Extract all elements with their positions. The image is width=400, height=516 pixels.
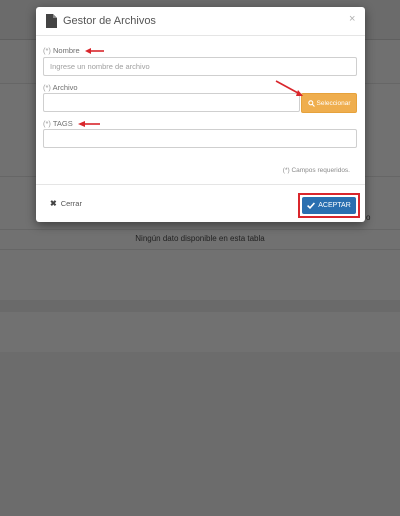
empty-table-message: Ningún dato disponible en esta tabla <box>135 234 265 243</box>
background-band <box>0 352 400 516</box>
required-mark: (*) <box>43 83 51 92</box>
modal-header: Gestor de Archivos × <box>36 7 365 36</box>
close-button-label: Cerrar <box>60 199 82 208</box>
select-file-button-label: Seleccionar <box>316 99 351 107</box>
archivo-label-text: Archivo <box>52 83 78 92</box>
required-mark: (*) <box>43 119 51 128</box>
archivo-input[interactable] <box>43 93 300 112</box>
close-icon[interactable]: × <box>349 13 355 25</box>
file-manager-modal: Gestor de Archivos × (*) Nombre (*) Arch… <box>36 7 365 222</box>
check-icon <box>307 202 316 209</box>
tags-label: (*) TAGS <box>43 119 73 128</box>
required-mark: (*) <box>43 46 51 55</box>
tags-input[interactable] <box>43 129 357 148</box>
nombre-label-text: Nombre <box>53 46 80 55</box>
accept-highlight-box: ACEPTAR <box>298 193 360 218</box>
background-band <box>0 300 400 312</box>
background-text-fragment: o <box>366 213 371 222</box>
nombre-input[interactable] <box>43 57 357 76</box>
background-divider <box>0 229 400 230</box>
modal-title: Gestor de Archivos <box>63 15 156 27</box>
required-fields-note: (*) Campos requeridos. <box>282 167 350 174</box>
close-button[interactable]: ✖ Cerrar <box>50 199 82 208</box>
accept-button[interactable]: ACEPTAR <box>302 197 356 214</box>
search-icon <box>307 99 315 107</box>
accept-button-label: ACEPTAR <box>318 202 351 209</box>
tags-label-text: TAGS <box>52 119 73 128</box>
file-icon <box>46 14 57 28</box>
times-icon: ✖ <box>50 199 57 208</box>
archivo-label: (*) Archivo <box>43 83 78 92</box>
nombre-label: (*) Nombre <box>43 46 80 55</box>
background-divider <box>0 249 400 250</box>
modal-footer: ✖ Cerrar ACEPTAR <box>36 184 365 222</box>
select-file-button[interactable]: Seleccionar <box>301 93 357 113</box>
